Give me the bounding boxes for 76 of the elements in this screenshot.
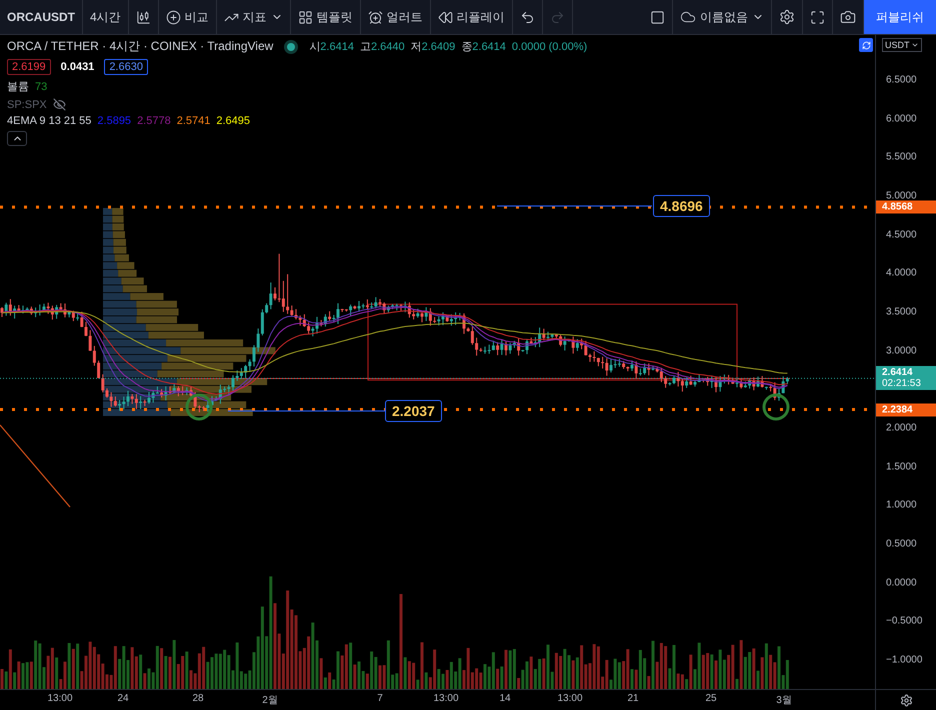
bid-price: 2.6199	[7, 59, 51, 75]
time-tick: 13:00	[557, 693, 583, 704]
add-icon	[166, 10, 181, 24]
templates-button[interactable]: 템플릿	[290, 0, 361, 34]
rewind-icon	[438, 10, 453, 24]
price-tick: −0.5000	[886, 616, 922, 627]
price-change: 0.0000 (0.00%)	[512, 40, 588, 52]
time-tick: 13:00	[433, 693, 459, 704]
price-tick: 6.5000	[886, 74, 917, 86]
ema-value: 2.5778	[137, 115, 171, 127]
ohlc-value: 고2.6440	[360, 40, 405, 54]
time-tick: 3월	[776, 694, 792, 707]
price-tick: 3.5000	[886, 306, 917, 318]
publish-button[interactable]: 퍼블리쉬	[864, 0, 936, 34]
price-label: 2.2037	[385, 400, 442, 422]
alert-button[interactable]: 얼러트	[360, 0, 431, 34]
settings-icon	[900, 694, 912, 706]
price-tick: 4.5000	[886, 229, 917, 240]
save-layout-button[interactable]: 이름없음	[673, 0, 772, 34]
ohlc-value: 저2.6409	[410, 40, 456, 54]
candlestick-icon	[136, 10, 151, 24]
cloud-icon	[680, 9, 696, 25]
price-line-label: 4.8568	[876, 200, 936, 214]
volume-label: 볼륨	[7, 80, 29, 94]
ema-value: 2.5895	[97, 115, 132, 127]
last-price-label: 2.6414 02:21:53	[876, 366, 936, 390]
collapse-button[interactable]	[7, 131, 27, 146]
time-tick: 7	[377, 693, 383, 704]
time-tick: 28	[192, 693, 204, 704]
ema-value: 2.6495	[216, 115, 250, 127]
ema-value: 2.5741	[176, 115, 210, 127]
compare-button[interactable]: 비교	[158, 0, 217, 34]
time-tick: 25	[705, 693, 717, 704]
indicators-button[interactable]: 지표	[216, 0, 291, 34]
price-label: 4.8696	[653, 195, 710, 217]
circle-marker	[762, 394, 790, 420]
price-tick: 6.0000	[886, 113, 917, 124]
time-tick: 21	[627, 693, 639, 704]
overlay-symbol: SP:SPX	[7, 98, 47, 110]
time-tick: 14	[499, 693, 511, 704]
price-tick: 3.0000	[886, 345, 917, 356]
time-tick: 13:00	[47, 693, 73, 704]
time-tick: 24	[117, 693, 129, 704]
interval-button[interactable]: 4시간	[83, 0, 129, 34]
ohlc-value: 시2.6414	[309, 40, 354, 54]
camera-icon	[840, 9, 856, 25]
price-tick: 0.0000	[886, 577, 917, 588]
sync-button[interactable]	[859, 38, 873, 52]
price-tick: −1.0000	[886, 654, 922, 666]
price-tick: 5.5000	[886, 152, 917, 163]
price-tick: 5.0000	[886, 190, 917, 202]
replay-button[interactable]: 리플레이	[430, 0, 513, 34]
alarm-clock-icon	[368, 10, 383, 24]
spread-value: 0.0431	[60, 60, 96, 74]
ema-label: 4EMA 9 13 21 55	[7, 115, 92, 127]
volume-value: 73	[35, 80, 48, 92]
market-status-dot	[287, 42, 296, 50]
price-tick: 1.0000	[886, 500, 917, 511]
time-tick: 2월	[262, 694, 278, 707]
symbol-title: ORCA / TETHER · 4시간 · COINEX · TradingView	[7, 38, 274, 55]
price-tick: 1.5000	[886, 461, 917, 472]
settings-icon	[779, 9, 795, 25]
price-tick: 0.5000	[886, 538, 917, 550]
price-line-label: 2.2384	[876, 403, 936, 416]
ohlc-value: 종2.6414	[461, 40, 506, 54]
sync-icon	[862, 40, 870, 50]
price-tick: 4.0000	[886, 268, 917, 279]
fullscreen-icon	[810, 10, 825, 24]
price-tick: 2.0000	[886, 422, 917, 434]
square-icon	[650, 10, 665, 24]
ask-price: 2.6630	[104, 59, 148, 75]
currency-button[interactable]: USDT	[882, 38, 922, 52]
grid-icon	[298, 10, 313, 24]
symbol-button[interactable]: ORCAUSDT	[0, 0, 83, 34]
circle-marker	[186, 394, 212, 420]
caret-icon	[910, 41, 918, 49]
